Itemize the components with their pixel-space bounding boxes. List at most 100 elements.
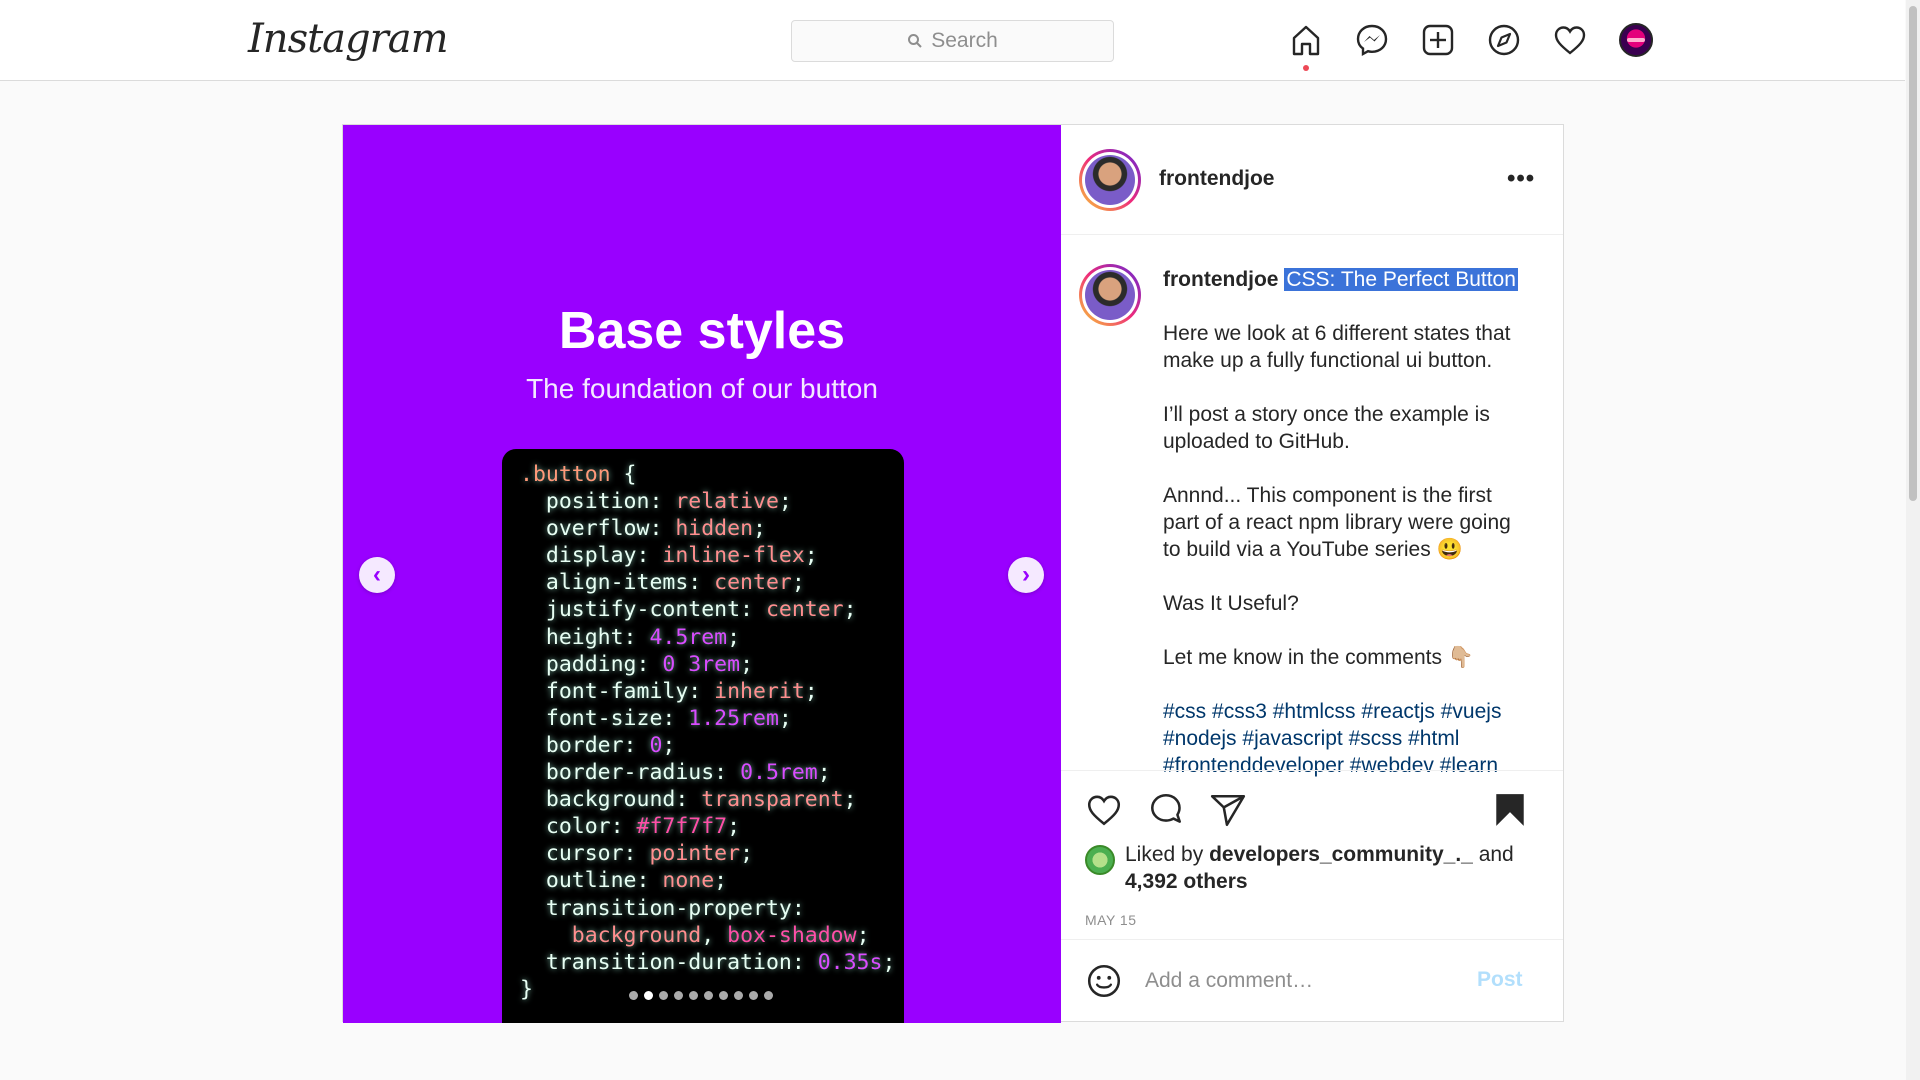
code-token: background <box>571 922 702 948</box>
post-date[interactable]: MAY 15 <box>1085 912 1137 928</box>
code-line: overflow: hidden; <box>520 515 904 542</box>
comment-input[interactable] <box>1145 964 1465 998</box>
code-token: transparent <box>701 787 844 813</box>
carousel-dot <box>674 991 683 1000</box>
previous-slide-button[interactable]: ‹ <box>359 557 395 593</box>
author-avatar-image <box>1085 155 1135 205</box>
new-post-icon[interactable] <box>1420 21 1456 59</box>
post-card: Base styles The foundation of our button… <box>342 124 1564 1023</box>
code-token: 0.35s <box>817 949 883 975</box>
comment-icon[interactable] <box>1147 791 1185 834</box>
liker-avatar[interactable] <box>1085 845 1115 875</box>
code-token: center <box>765 597 844 623</box>
chevron-left-icon: ‹ <box>373 561 381 588</box>
carousel-dot <box>659 991 668 1000</box>
code-token: , <box>701 922 728 948</box>
post-actions: Liked by developers_community_._ and 4,3… <box>1061 770 1563 944</box>
caption-username[interactable]: frontendjoe <box>1163 268 1279 291</box>
code-line: .button { <box>520 461 904 488</box>
liker-username[interactable]: developers_community_._ <box>1209 843 1473 866</box>
code-token: font-size: <box>545 705 689 731</box>
caption-paragraph: Was It Useful? <box>1163 592 1299 615</box>
post-media-slide[interactable]: Base styles The foundation of our button… <box>343 125 1061 1023</box>
search-placeholder[interactable]: Search <box>931 29 998 53</box>
code-line: color: #f7f7f7; <box>520 813 904 840</box>
share-send-icon[interactable] <box>1209 791 1247 834</box>
carousel-dot <box>749 991 758 1000</box>
emoji-icon[interactable] <box>1085 962 1123 1005</box>
like-heart-icon[interactable] <box>1085 791 1123 834</box>
code-token: #f7f7f7 <box>636 814 728 840</box>
code-line: background, box-shadow; <box>520 922 904 949</box>
caption-hashtags[interactable]: #css #css3 #htmlcss #reactjs #vuejs #nod… <box>1163 698 1533 779</box>
code-line: font-family: inherit; <box>520 678 904 705</box>
code-token: transition-duration: <box>545 949 818 975</box>
code-token: ; <box>778 489 792 515</box>
author-username[interactable]: frontendjoe <box>1159 167 1275 191</box>
activity-heart-icon[interactable] <box>1552 21 1588 59</box>
code-token: outline: <box>545 868 663 894</box>
explore-icon[interactable] <box>1486 21 1522 59</box>
instagram-logo[interactable]: Instagram <box>248 16 449 62</box>
code-line: font-size: 1.25rem; <box>520 705 904 732</box>
code-token: 0 3rem <box>662 651 741 677</box>
slide-subtitle: The foundation of our button <box>526 373 878 404</box>
carousel-dot <box>689 991 698 1000</box>
slide-title: Base styles <box>558 302 846 360</box>
code-token: ; <box>791 570 805 596</box>
more-options-icon[interactable]: ••• <box>1507 165 1535 193</box>
code-token: display: <box>545 543 663 569</box>
code-token: ; <box>804 543 818 569</box>
home-active-dot <box>1303 65 1309 71</box>
code-line: border: 0; <box>520 732 904 759</box>
code-token: align-items: <box>545 570 715 596</box>
code-token: ; <box>740 841 754 867</box>
code-token: inherit <box>714 678 805 704</box>
carousel-dot <box>734 991 743 1000</box>
caption-author-avatar[interactable] <box>1079 264 1141 326</box>
code-token: ; <box>778 705 792 731</box>
liked-by-prefix: Liked by <box>1125 843 1204 866</box>
profile-avatar-image <box>1619 23 1653 57</box>
code-token: background: <box>545 787 702 813</box>
scrollbar-thumb[interactable] <box>1909 6 1917 501</box>
author-avatar[interactable] <box>1079 149 1141 211</box>
code-token: pointer <box>649 841 741 867</box>
caption-paragraph: Let me know in the comments 👇🏼 <box>1163 646 1474 669</box>
code-block: .button { position: relative; overflow: … <box>502 449 904 1023</box>
code-line: cursor: pointer; <box>520 840 904 867</box>
search-icon <box>908 34 922 48</box>
code-token: ; <box>714 868 728 894</box>
code-token: ; <box>662 732 676 758</box>
code-token: justify-content: <box>545 597 766 623</box>
code-line: display: inline-flex; <box>520 542 904 569</box>
page-scrollbar[interactable] <box>1906 0 1920 1080</box>
code-token: center <box>714 570 792 596</box>
home-icon[interactable] <box>1288 21 1324 71</box>
code-token: ; <box>753 516 766 542</box>
bookmark-icon[interactable] <box>1491 791 1529 834</box>
code-line: transition-duration: 0.35s; <box>520 949 904 976</box>
post-comment-button[interactable]: Post <box>1477 968 1523 992</box>
next-slide-button[interactable]: › <box>1008 557 1044 593</box>
code-line: outline: none; <box>520 867 904 894</box>
code-line: height: 4.5rem; <box>520 624 904 651</box>
code-token: ; <box>843 597 857 623</box>
code-token: padding: <box>545 651 663 677</box>
code-token: border-radius: <box>545 760 741 786</box>
top-nav: Instagram Search <box>0 0 1905 81</box>
profile-avatar[interactable] <box>1618 21 1654 59</box>
search-box[interactable]: Search <box>791 20 1114 62</box>
code-token: ; <box>843 787 857 813</box>
nav-icons <box>1288 21 1654 71</box>
code-token: overflow: <box>545 516 676 542</box>
code-token: none <box>662 868 715 894</box>
carousel-dot <box>764 991 773 1000</box>
code-token: { <box>610 462 637 487</box>
code-line: padding: 0 3rem; <box>520 651 904 678</box>
messenger-icon[interactable] <box>1354 21 1390 59</box>
code-line: background: transparent; <box>520 786 904 813</box>
code-token: transition-property: <box>545 895 805 921</box>
likes-others-count[interactable]: 4,392 others <box>1125 870 1248 893</box>
code-token: 1.25rem <box>688 705 779 731</box>
